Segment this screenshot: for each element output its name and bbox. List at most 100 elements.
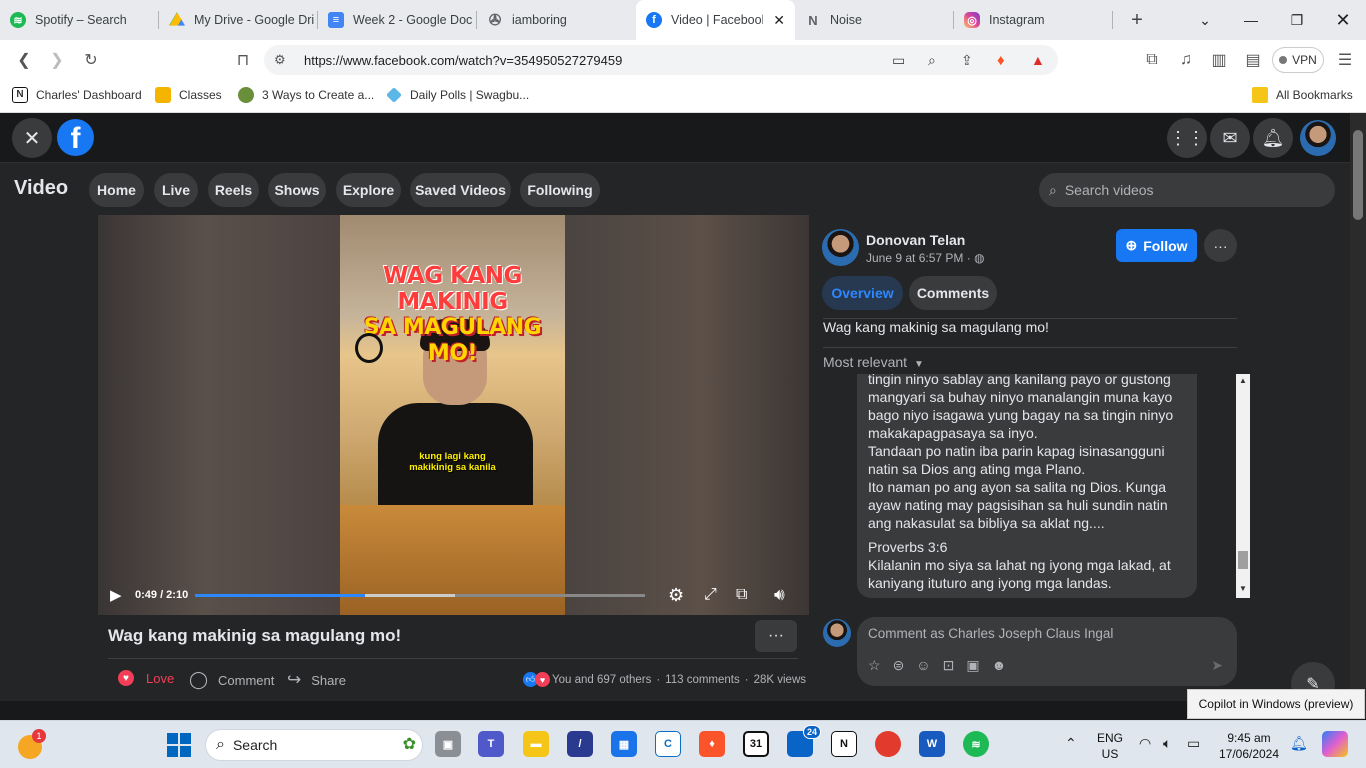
taskbar-search[interactable]: ⌕ Search ✿	[205, 729, 423, 761]
page-scrollbar[interactable]	[1350, 113, 1366, 718]
sticker-icon[interactable]: ⊜	[893, 657, 905, 674]
file-explorer-icon[interactable]: ▬	[523, 731, 549, 757]
tab-google-drive[interactable]: My Drive - Google Dri	[159, 0, 318, 40]
my-avatar[interactable]	[823, 619, 851, 647]
profile-avatar[interactable]	[1300, 120, 1336, 156]
word-icon[interactable]: W	[919, 731, 945, 757]
mathway-icon[interactable]: /	[567, 731, 593, 757]
bookmark-classes[interactable]: Classes	[155, 87, 222, 103]
site-settings-icon[interactable]: ⚙	[274, 52, 286, 68]
volume-icon[interactable]: 🔈︎	[1163, 735, 1171, 752]
nav-explore[interactable]: Explore	[336, 173, 401, 207]
clickup-icon[interactable]: C	[655, 731, 681, 757]
close-tab-icon[interactable]: ✕	[773, 12, 785, 29]
tab-search-icon[interactable]: ⌄	[1182, 0, 1228, 40]
gif-icon[interactable]: ▣	[966, 657, 979, 674]
brave-browser-icon[interactable]: ♦	[699, 731, 725, 757]
calendar-icon[interactable]: 31	[743, 731, 769, 757]
send-icon[interactable]: ➤	[1211, 657, 1223, 674]
avatar-sticker-icon[interactable]: ☆	[868, 657, 881, 674]
nav-saved-videos[interactable]: Saved Videos	[410, 173, 511, 207]
wallet-icon[interactable]: ▤	[1241, 48, 1265, 72]
tab-comments[interactable]: Comments	[909, 276, 997, 310]
video-progress-bar[interactable]	[195, 594, 645, 597]
share-icon[interactable]: ⇪	[961, 52, 973, 69]
search-videos-input[interactable]: ⌕ Search videos	[1039, 173, 1335, 207]
microsoft-store-icon[interactable]: ▦	[611, 731, 637, 757]
sidebar-icon[interactable]: ▥	[1207, 48, 1231, 72]
tab-spotify[interactable]: ≋ Spotify – Search	[0, 0, 159, 40]
tab-google-docs[interactable]: ≡ Week 2 - Google Doc	[318, 0, 477, 40]
volume-icon[interactable]: 🔊︎	[774, 585, 785, 605]
follow-button[interactable]: ⊕ Follow	[1116, 229, 1197, 262]
back-icon[interactable]: ❮	[12, 48, 36, 72]
messenger-icon[interactable]: ✉	[1210, 118, 1250, 158]
post-date[interactable]: June 9 at 6:57 PM · ◍	[866, 251, 985, 265]
facebook-logo-icon[interactable]: f	[57, 119, 94, 156]
comments-scrollbar[interactable]: ▲ ▼	[1236, 374, 1250, 598]
brave-rewards-icon[interactable]: ▲	[1031, 52, 1045, 68]
tab-instagram[interactable]: ◎ Instagram	[954, 0, 1113, 40]
author-avatar[interactable]	[822, 229, 859, 266]
video-player[interactable]: WAG KANG MAKINIG SA MAGULANG MO! kung la…	[98, 215, 809, 615]
post-options-icon[interactable]: ···	[1204, 229, 1237, 262]
menu-icon[interactable]: ☰	[1333, 48, 1357, 72]
show-hidden-icons[interactable]: ⌃	[1065, 735, 1077, 752]
scroll-down-icon[interactable]: ▼	[1239, 584, 1247, 593]
language-indicator[interactable]: ENG US	[1092, 730, 1128, 762]
nav-following[interactable]: Following	[520, 173, 600, 207]
menu-grid-icon[interactable]: ⋮⋮	[1167, 118, 1207, 158]
nav-home[interactable]: Home	[89, 173, 144, 207]
tab-overview[interactable]: Overview	[822, 276, 903, 310]
tomato-timer-icon[interactable]	[875, 731, 901, 757]
page-scrollbar-thumb[interactable]	[1353, 130, 1363, 220]
outlook-icon[interactable]: 24	[787, 725, 821, 757]
scroll-up-icon[interactable]: ▲	[1239, 376, 1247, 385]
nav-live[interactable]: Live	[154, 173, 198, 207]
clock[interactable]: 9:45 am 17/06/2024	[1210, 730, 1288, 762]
emoji-icon[interactable]: ☺	[916, 657, 930, 674]
restore-icon[interactable]: ❐	[1274, 0, 1320, 40]
reactions-count[interactable]: You and 697 others	[552, 674, 651, 686]
minimize-icon[interactable]: —	[1228, 0, 1274, 40]
share-button[interactable]: ↪ Share	[287, 670, 346, 690]
comment-button[interactable]: ◯ Comment	[189, 670, 274, 690]
comment-sort-dropdown[interactable]: Most relevant ▼	[823, 354, 924, 370]
brave-shields-icon[interactable]: ♦	[997, 52, 1005, 69]
close-window-icon[interactable]: ✕	[1320, 0, 1366, 40]
reload-icon[interactable]: ↻	[79, 48, 103, 72]
extensions-icon[interactable]: ⧉	[1140, 48, 1164, 72]
pip-icon[interactable]: ⧉	[736, 586, 747, 604]
wifi-icon[interactable]: ◠	[1139, 735, 1151, 752]
camera-icon[interactable]: ⊡	[943, 657, 955, 674]
close-video-icon[interactable]: ✕	[12, 118, 52, 158]
media-icon[interactable]: ♫	[1174, 48, 1198, 72]
spotify-icon[interactable]: ≋	[963, 731, 989, 757]
tab-noise[interactable]: N Noise	[795, 0, 954, 40]
comment-input[interactable]: Comment as Charles Joseph Claus Ingal ☆ …	[857, 617, 1237, 686]
notifications-icon[interactable]: 🔔︎	[1253, 118, 1293, 158]
address-bar[interactable]: ⚙ https://www.facebook.com/watch?v=35495…	[264, 45, 1058, 75]
play-icon[interactable]: ▶	[110, 586, 122, 604]
windows-start-icon[interactable]	[167, 733, 191, 757]
fullscreen-icon[interactable]: ⤢	[704, 586, 717, 604]
love-button[interactable]: ♥ Love	[118, 670, 174, 686]
scrollbar-thumb[interactable]	[1238, 551, 1248, 569]
tab-iamboring[interactable]: ✇ iamboring	[477, 0, 636, 40]
zoom-icon[interactable]: ⌕	[928, 52, 936, 69]
battery-icon[interactable]: ▭	[1187, 735, 1200, 752]
tab-facebook-video[interactable]: f Video | Facebook ✕	[636, 0, 795, 40]
teams-icon[interactable]: T	[478, 731, 504, 757]
task-view-icon[interactable]: ▣	[435, 731, 461, 757]
forward-icon[interactable]: ❯	[45, 48, 69, 72]
nav-shows[interactable]: Shows	[268, 173, 326, 207]
comments-count[interactable]: 113 comments	[665, 674, 740, 686]
notification-bell-icon[interactable]: 🔔︎	[1290, 735, 1308, 752]
author-name[interactable]: Donovan Telan	[866, 232, 965, 248]
notion-icon[interactable]: N	[831, 731, 857, 757]
vpn-button[interactable]: VPN	[1272, 47, 1324, 73]
weather-widget-icon[interactable]: 1	[18, 729, 46, 759]
nav-reels[interactable]: Reels	[208, 173, 259, 207]
bookmark-icon[interactable]: ⊓	[231, 48, 255, 72]
sticker-face-icon[interactable]: ☻	[992, 657, 1007, 674]
